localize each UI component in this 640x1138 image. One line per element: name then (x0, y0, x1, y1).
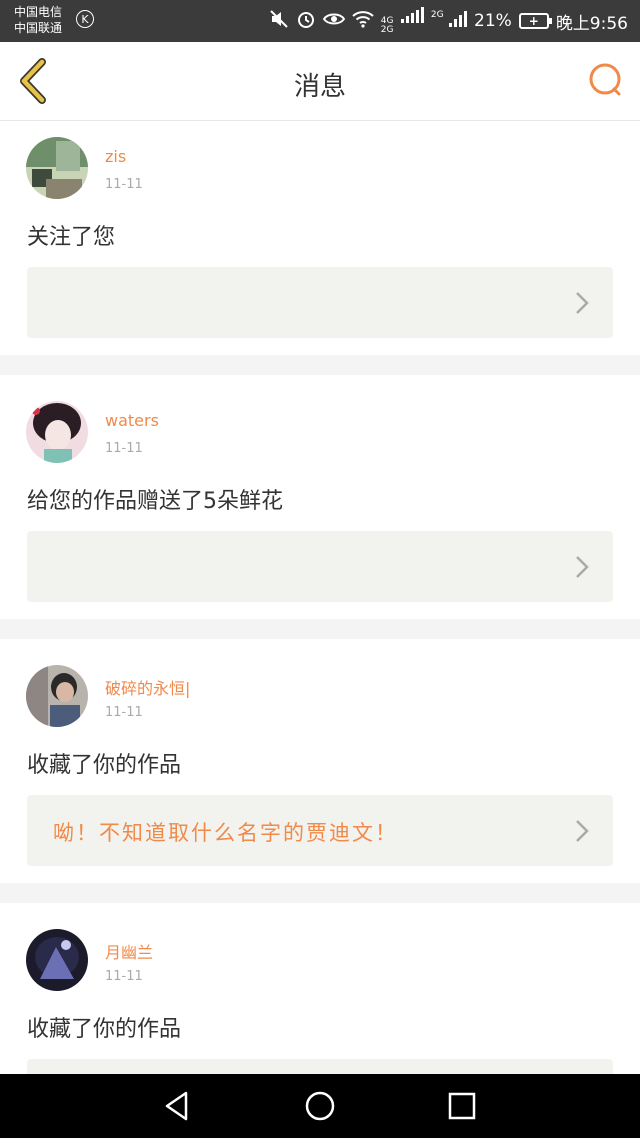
battery-symbol: + (528, 14, 539, 28)
status-bar: 中国电信 中国联通 K 4G 2G 2G 21% + 晚上9:56 (0, 0, 640, 42)
message-date: 11-11 (105, 177, 143, 192)
clock: 晚上9:56 (555, 13, 628, 34)
message-date: 11-11 (105, 441, 143, 456)
message-list: zis 11-11 关注了您 waters 11-11 给您的作品赠送了5朵鲜花 (0, 121, 640, 1130)
page-title: 消息 (293, 72, 346, 102)
username[interactable]: waters (105, 411, 159, 430)
work-title: 呦！不知道取什么名字的贾迪文！ (53, 821, 398, 845)
work-link-box[interactable]: 呦！不知道取什么名字的贾迪文！ (27, 795, 613, 866)
username[interactable]: zis (105, 147, 126, 166)
message-action: 收藏了你的作品 (27, 1017, 182, 1042)
carrier-2: 中国联通 (14, 21, 63, 35)
avatar[interactable] (26, 401, 88, 463)
header: 消息 (0, 42, 640, 121)
chevron-right-icon (576, 292, 589, 314)
avatar[interactable] (26, 929, 88, 991)
search-button[interactable] (586, 60, 626, 100)
avatar[interactable] (26, 665, 88, 727)
message-date: 11-11 (105, 969, 143, 984)
back-triangle-icon (165, 1091, 188, 1121)
message-action: 收藏了你的作品 (27, 753, 182, 778)
home-circle-icon (305, 1091, 335, 1121)
divider (0, 883, 640, 903)
divider (0, 355, 640, 375)
battery-percent: 21% (474, 11, 512, 31)
wifi-icon (352, 10, 374, 33)
carrier-badge: K (76, 10, 94, 28)
nav-recents-button[interactable] (444, 1088, 480, 1124)
carrier-1: 中国电信 (14, 5, 63, 19)
work-link-box[interactable] (27, 531, 613, 602)
mute-icon (269, 9, 289, 34)
chevron-right-icon (576, 820, 589, 842)
net-label-2: 2G (380, 25, 394, 35)
username[interactable]: 月幽兰 (105, 939, 153, 963)
message-action: 关注了您 (27, 225, 116, 250)
eye-icon (322, 11, 345, 32)
username[interactable]: 破碎的永恒| (105, 675, 190, 699)
signal-icon: 4G 2G (381, 7, 424, 35)
message-item: waters 11-11 给您的作品赠送了5朵鲜花 (0, 375, 640, 619)
alarm-icon (296, 9, 316, 34)
carrier-labels: 中国电信 中国联通 (14, 4, 62, 36)
message-item: 月幽兰 11-11 收藏了你的作品 (0, 903, 640, 1130)
message-action: 给您的作品赠送了5朵鲜花 (27, 489, 283, 514)
signal-icon-2: 2G (430, 9, 468, 32)
avatar[interactable] (26, 137, 88, 199)
nav-home-button[interactable] (302, 1088, 338, 1124)
net-label-3: 2G (430, 9, 444, 20)
message-item: 破碎的永恒| 11-11 收藏了你的作品 呦！不知道取什么名字的贾迪文！ (0, 639, 640, 883)
status-icons: 4G 2G 2G 21% + 晚上9:56 (269, 7, 628, 35)
divider (0, 619, 640, 639)
work-link-box[interactable] (27, 267, 613, 338)
message-item: zis 11-11 关注了您 (0, 121, 640, 355)
message-date: 11-11 (105, 705, 143, 720)
nav-back-button[interactable] (160, 1088, 196, 1124)
battery-icon: + (518, 13, 552, 29)
system-nav-bar (0, 1074, 640, 1138)
recents-square-icon (448, 1092, 476, 1120)
chevron-right-icon (576, 556, 589, 578)
search-icon (589, 63, 621, 96)
